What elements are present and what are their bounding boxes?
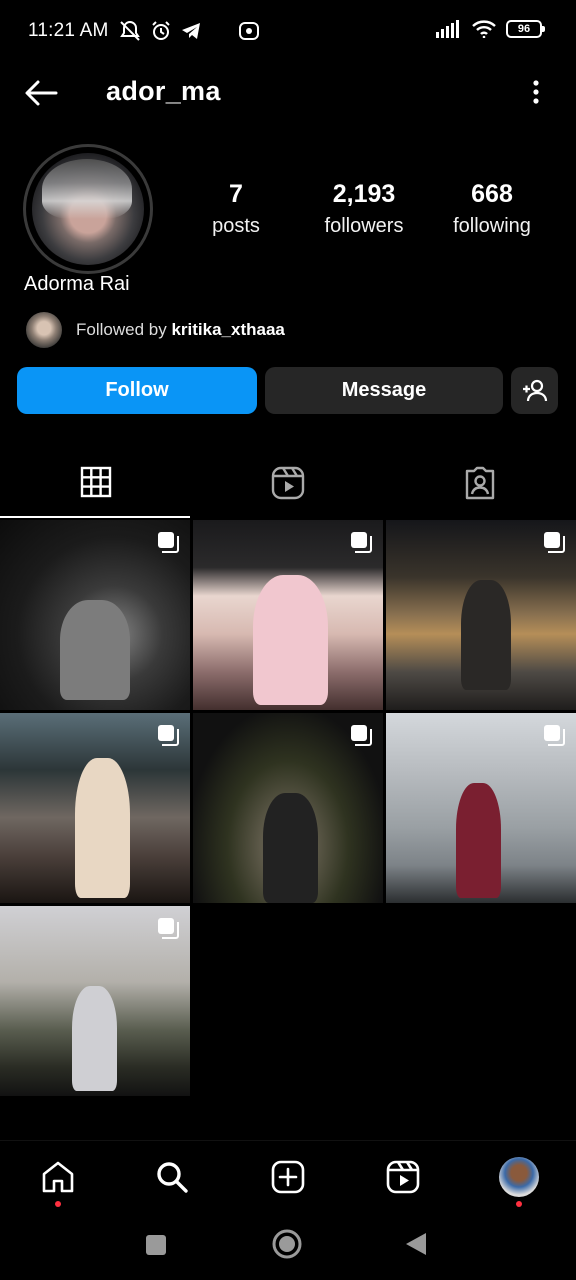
square-icon	[146, 1235, 166, 1255]
tagged-icon	[465, 466, 495, 500]
carousel-icon	[351, 725, 372, 746]
post-subject	[456, 783, 501, 898]
more-options-button[interactable]	[524, 74, 548, 110]
back-system-button[interactable]	[404, 1231, 428, 1262]
grid-post[interactable]	[0, 520, 190, 710]
profile-header: ador_ma	[0, 62, 576, 122]
tab-posts-grid[interactable]	[0, 448, 192, 518]
followed-by-text: Followed by kritika_xthaaa	[76, 320, 285, 340]
stat-following[interactable]: 668 following	[422, 180, 562, 238]
back-button[interactable]	[20, 72, 62, 114]
status-right: 96	[436, 20, 545, 38]
tab-tagged[interactable]	[384, 448, 576, 518]
reels-icon	[271, 466, 305, 500]
carousel-icon	[158, 532, 179, 553]
stat-following-value: 668	[471, 180, 513, 208]
followed-by-prefix: Followed by	[76, 320, 167, 339]
battery-icon: 96	[506, 20, 545, 38]
record-icon	[239, 22, 259, 40]
carousel-icon	[158, 725, 179, 746]
message-button[interactable]: Message	[265, 367, 503, 414]
post-subject	[75, 758, 130, 898]
stat-posts-label: posts	[212, 215, 260, 237]
arrow-left-icon	[25, 80, 58, 106]
carousel-icon	[544, 725, 565, 746]
follow-button[interactable]: Follow	[17, 367, 257, 414]
profile-photo	[32, 153, 144, 265]
stat-posts[interactable]: 7 posts	[166, 180, 306, 238]
circle-icon	[272, 1229, 302, 1259]
profile-username: ador_ma	[106, 76, 221, 106]
home-system-button[interactable]	[271, 1228, 303, 1265]
system-nav	[0, 1212, 576, 1280]
nav-create[interactable]	[266, 1155, 310, 1199]
status-time: 11:21 AM	[28, 20, 109, 41]
more-vertical-icon	[533, 80, 539, 104]
followed-by-row[interactable]: Followed by kritika_xthaaa	[24, 310, 285, 350]
profile-display-name: Adorma Rai	[24, 273, 130, 295]
stat-followers-label: followers	[324, 215, 404, 237]
notification-dot	[516, 1201, 522, 1207]
nav-reels[interactable]	[381, 1155, 425, 1199]
status-bar: 11:21 AM 96	[0, 0, 576, 62]
post-subject	[72, 986, 117, 1091]
grid-icon	[80, 466, 112, 498]
grid-post[interactable]	[0, 713, 190, 903]
search-icon	[157, 1162, 188, 1193]
post-subject	[253, 575, 328, 705]
profile-tabs	[0, 448, 576, 518]
profile-avatar[interactable]	[23, 144, 153, 274]
battery-level: 96	[517, 23, 531, 35]
home-icon	[42, 1161, 74, 1193]
stat-followers-value: 2,193	[332, 180, 396, 208]
recent-apps-button[interactable]	[145, 1234, 167, 1261]
grid-post[interactable]	[386, 713, 576, 903]
profile-actions: Follow Message	[17, 367, 559, 415]
triangle-back-icon	[406, 1233, 426, 1255]
telegram-icon	[182, 23, 200, 39]
wifi-icon	[472, 20, 496, 38]
grid-post[interactable]	[386, 520, 576, 710]
nav-home[interactable]	[36, 1155, 80, 1207]
grid-post[interactable]	[0, 906, 190, 1096]
stat-posts-value: 7	[229, 180, 243, 208]
carousel-icon	[544, 532, 565, 553]
bottom-nav	[0, 1140, 576, 1212]
grid-post[interactable]	[193, 520, 383, 710]
notification-dot	[55, 1201, 61, 1207]
carousel-icon	[158, 918, 179, 939]
post-subject	[60, 600, 130, 700]
nav-profile[interactable]	[497, 1155, 541, 1207]
suggest-users-button[interactable]	[511, 367, 558, 414]
stat-following-label: following	[453, 215, 531, 237]
nav-search[interactable]	[150, 1155, 194, 1199]
stat-followers[interactable]: 2,193 followers	[294, 180, 434, 238]
followed-by-user: kritika_xthaaa	[171, 320, 285, 339]
post-subject	[461, 580, 511, 690]
tab-reels[interactable]	[192, 448, 384, 518]
mute-icon	[120, 20, 140, 41]
signal-icon	[436, 20, 459, 38]
profile-avatar	[499, 1157, 539, 1197]
carousel-icon	[351, 532, 372, 553]
grid-post[interactable]	[193, 713, 383, 903]
post-subject	[263, 793, 318, 903]
reels-icon	[386, 1160, 420, 1194]
alarm-icon	[152, 21, 170, 40]
active-tab-indicator	[0, 516, 190, 518]
status-icons-left	[118, 20, 260, 42]
add-user-icon	[522, 379, 547, 401]
follower-avatar	[24, 310, 64, 350]
create-icon	[271, 1160, 305, 1194]
